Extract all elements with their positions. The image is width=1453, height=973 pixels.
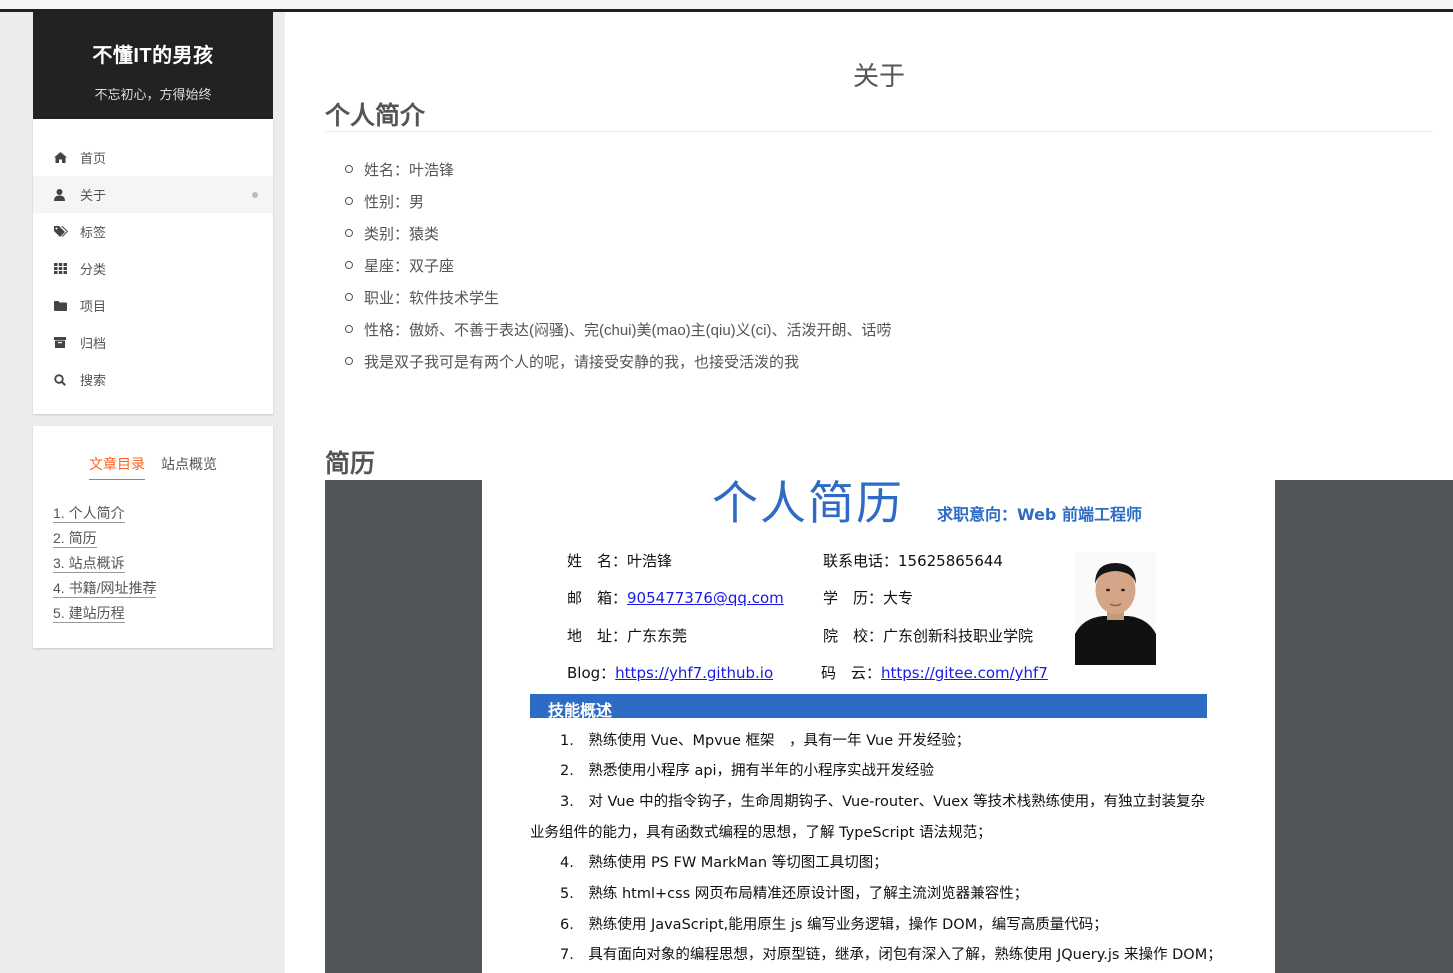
list-item: 我是双子我可是有两个人的呢，请接受安静的我，也接受活泼的我 [345,345,892,377]
resume-blog-row: Blog：https://yhf7.github.io [567,664,774,682]
toc-list: 1. 个人简介 2. 简历 3. 站点概诉 4. 书籍/网址推荐 5. 建站历程 [33,503,273,628]
user-icon [54,188,80,201]
resume-education: 学 历：大专 [823,589,914,607]
toc-item[interactable]: 5. 建站历程 [53,603,273,628]
menu-item-label: 归档 [80,336,107,351]
skill-line: 业务组件的能力，具有函数式编程的思想，了解 TypeScript 语法规范； [530,825,992,841]
bullet-icon [345,165,353,173]
resume-pdf-viewer[interactable]: 个人简历 求职意向：Web 前端工程师 姓 名：叶浩锋 联系电话：1562586… [325,480,1453,973]
bullet-icon [345,197,353,205]
menu-item-label: 分类 [80,262,107,277]
main-content: 关于 个人简介 姓名：叶浩锋 性别：男 类别：猿类 星座：双子座 职业：软件技术… [285,12,1453,973]
list-item: 性别：男 [345,185,892,217]
resume-gitee-row: 码 云：https://gitee.com/yhf7 [821,664,1048,682]
sidebar: 不懂IT的男孩 不忘初心，方得始终 首页 关于 标签 分类 项目 归档 搜索 [33,12,273,414]
resume-address: 地 址：广东东莞 [567,627,688,645]
toc-item[interactable]: 3. 站点概诉 [53,553,273,578]
resume-school: 院 校：广东创新科技职业学院 [823,627,1034,645]
resume-job-intent: 求职意向：Web 前端工程师 [937,505,1142,524]
skill-line: 7. 具有面向对象的编程思想，对原型链，继承，闭包有深入了解，熟练使用 JQue… [560,947,1222,963]
resume-name: 姓 名：叶浩锋 [567,552,673,570]
sidebar-toc-panel: 文章目录 站点概览 1. 个人简介 2. 简历 3. 站点概诉 4. 书籍/网址… [33,426,273,648]
tab-site-overview[interactable]: 站点概览 [161,454,217,480]
home-icon [54,152,80,163]
section-heading-bio: 个人简介 [325,102,426,130]
skills-header-bar: 技能概述 [530,694,1207,720]
active-indicator-dot [252,192,258,198]
resume-title: 个人简历 [712,480,904,530]
site-brand: 不懂IT的男孩 不忘初心，方得始终 [33,12,273,119]
tags-icon [54,226,80,237]
list-item: 星座：双子座 [345,249,892,281]
bullet-icon [345,325,353,333]
bio-list: 姓名：叶浩锋 性别：男 类别：猿类 星座：双子座 职业：软件技术学生 性格：傲娇… [345,153,892,377]
section-heading-resume: 简历 [325,450,376,478]
resume-email-row: 邮 箱：905477376@qq.com [567,589,784,607]
menu-item-categories[interactable]: 分类 [33,250,273,287]
tab-table-of-contents[interactable]: 文章目录 [89,454,145,480]
grid-icon [54,263,80,274]
site-subtitle: 不忘初心，方得始终 [94,87,212,102]
heading-divider [325,131,1433,132]
archive-icon [54,337,80,348]
list-item: 姓名：叶浩锋 [345,153,892,185]
list-item: 类别：猿类 [345,217,892,249]
resume-phone: 联系电话：15625865644 [823,552,1003,570]
menu-item-about[interactable]: 关于 [33,176,273,213]
menu-item-tags[interactable]: 标签 [33,213,273,250]
gitee-link[interactable]: https://gitee.com/yhf7 [881,664,1048,682]
skill-line: 6. 熟练使用 JavaScript,能用原生 js 编写业务逻辑，操作 DOM… [560,917,1108,933]
menu-item-label: 标签 [80,225,107,240]
menu-item-archives[interactable]: 归档 [33,324,273,361]
menu-item-search[interactable]: 搜索 [33,361,273,398]
folder-icon [54,300,80,311]
list-item: 职业：软件技术学生 [345,281,892,313]
skill-line: 1. 熟练使用 Vue、Mpvue 框架 ，具有一年 Vue 开发经验； [560,733,971,749]
menu-item-home[interactable]: 首页 [33,139,273,176]
skill-line: 3. 对 Vue 中的指令钩子，生命周期钩子、Vue-router、Vuex 等… [560,794,1206,810]
post-title: 关于 [852,61,905,91]
email-link[interactable]: 905477376@qq.com [627,589,784,607]
blog-link[interactable]: https://yhf7.github.io [615,664,773,682]
skill-line: 2. 熟悉使用小程序 api，拥有半年的小程序实战开发经验 [560,763,935,779]
bullet-icon [345,293,353,301]
toc-item[interactable]: 2. 简历 [53,528,273,553]
skill-line: 5. 熟练 html+css 网页布局精准还原设计图，了解主流浏览器兼容性； [560,886,1029,902]
toc-tabs: 文章目录 站点概览 [33,454,273,480]
resume-page: 个人简历 求职意向：Web 前端工程师 姓 名：叶浩锋 联系电话：1562586… [482,480,1275,973]
site-menu: 首页 关于 标签 分类 项目 归档 搜索 [33,119,273,414]
toc-item[interactable]: 4. 书籍/网址推荐 [53,578,273,603]
bullet-icon [345,261,353,269]
bullet-icon [345,229,353,237]
browser-top-shade [0,0,1453,9]
site-title[interactable]: 不懂IT的男孩 [33,39,273,68]
search-icon [54,373,80,386]
profile-photo [1075,552,1156,665]
list-item: 性格：傲娇、不善于表达(闷骚)、完(chui)美(mao)主(qiu)义(ci)… [345,313,892,345]
menu-item-label: 关于 [80,188,107,203]
menu-item-projects[interactable]: 项目 [33,287,273,324]
menu-item-label: 搜索 [80,373,107,388]
menu-item-label: 项目 [80,299,107,314]
skill-line: 4. 熟练使用 PS FW MarkMan 等切图工具切图； [560,855,888,871]
toc-item[interactable]: 1. 个人简介 [53,503,273,528]
menu-item-label: 首页 [80,151,107,166]
bullet-icon [345,357,353,365]
